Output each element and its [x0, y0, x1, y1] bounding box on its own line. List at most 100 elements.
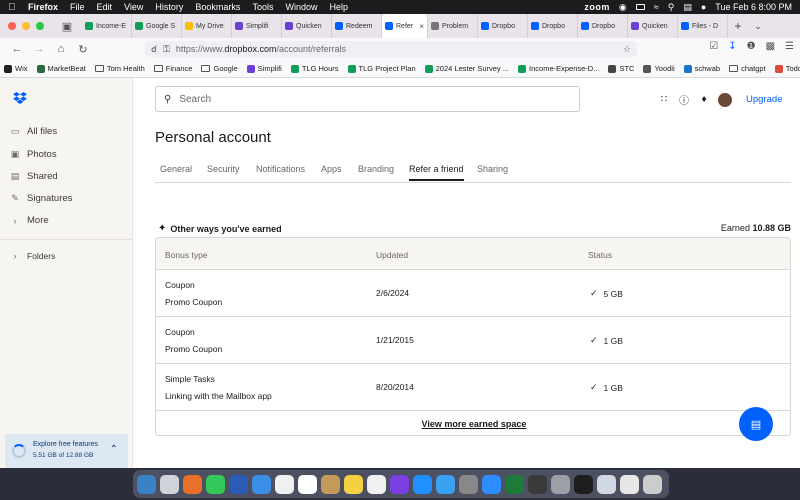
dock-app-icon[interactable] [643, 474, 662, 494]
bookmark-item[interactable]: chatgpt [729, 64, 766, 73]
browser-tab[interactable]: Google S [132, 14, 182, 38]
dock-app-icon[interactable] [229, 474, 248, 494]
upgrade-link[interactable]: Upgrade [746, 94, 782, 105]
url-bar[interactable]: ☌ ⚿ https://www. dropbox.com /account/re… [145, 41, 637, 57]
bookmark-item[interactable]: Simplifi [246, 64, 282, 73]
avatar[interactable] [718, 92, 732, 107]
menu-hamburger-icon[interactable]: ☰ [785, 41, 794, 52]
bookmark-item[interactable]: Todoist [774, 64, 800, 73]
dock-app-icon[interactable] [390, 474, 409, 494]
menu-bookmarks[interactable]: Bookmarks [195, 2, 240, 12]
close-window-icon[interactable] [8, 22, 16, 30]
browser-tab[interactable]: Income-E [82, 14, 132, 38]
dock-app-icon[interactable] [252, 474, 271, 494]
dock-app-icon[interactable] [137, 474, 156, 494]
sidebar-item-shared[interactable]: ▤ Shared [10, 171, 58, 182]
sidebar-item-more[interactable]: › More [10, 215, 49, 226]
dock-app-icon[interactable] [528, 474, 547, 494]
bookmark-item[interactable]: Google [201, 64, 238, 73]
browser-tab[interactable]: Dropbo [478, 14, 528, 38]
bookmark-item[interactable]: Yoodli [643, 64, 675, 73]
dock-app-icon[interactable] [597, 474, 616, 494]
menu-edit[interactable]: Edit [97, 2, 113, 12]
dock-app-icon[interactable] [298, 474, 317, 494]
home-icon[interactable]: ⌂ [50, 43, 72, 55]
tab-security[interactable]: Security [207, 164, 240, 174]
zoom-status[interactable]: zoom [584, 2, 610, 12]
forward-icon[interactable]: → [28, 43, 50, 55]
browser-tab[interactable]: Problem [428, 14, 478, 38]
dock-app-icon[interactable] [459, 474, 478, 494]
bookmark-item[interactable]: schwab [683, 64, 720, 73]
search-spotlight-icon[interactable]: ⚲ [668, 2, 675, 13]
zoom-window-icon[interactable] [36, 22, 44, 30]
storage-promo-card[interactable]: Explore free features 5.51 GB of 12.88 G… [5, 434, 128, 468]
extension-icon[interactable]: ❶ [747, 41, 756, 52]
dock-app-icon[interactable] [183, 474, 202, 494]
dock-app-icon[interactable] [367, 474, 386, 494]
browser-tab[interactable]: Simplifi [232, 14, 282, 38]
browser-tab[interactable]: Dropbo [528, 14, 578, 38]
menu-tools[interactable]: Tools [252, 2, 273, 12]
menubar-clock[interactable]: Tue Feb 6 8:00 PM [715, 2, 792, 12]
menu-app-name[interactable]: Firefox [28, 2, 58, 12]
dock-app-icon[interactable] [620, 474, 639, 494]
browser-tab[interactable]: Redeem [332, 14, 382, 38]
bookmark-item[interactable]: TLG Project Plan [347, 64, 416, 73]
dock-app-icon[interactable] [344, 474, 363, 494]
minimize-window-icon[interactable] [22, 22, 30, 30]
pocket-icon[interactable]: ☑ [709, 41, 718, 52]
tab-notifications[interactable]: Notifications [256, 164, 305, 174]
browser-tab[interactable]: My Drive [182, 14, 232, 38]
tab-refer-a-friend[interactable]: Refer a friend [409, 164, 464, 181]
sidebar-item-signatures[interactable]: ✎ Signatures [10, 193, 72, 204]
dock-app-icon[interactable] [206, 474, 225, 494]
search-input[interactable]: ⚲ Search [155, 86, 580, 112]
dock-app-icon[interactable] [413, 474, 432, 494]
notifications-bell-icon[interactable]: ♦ [698, 94, 710, 105]
chevron-up-icon[interactable]: ⌃ [110, 444, 118, 455]
menu-history[interactable]: History [155, 2, 183, 12]
bookmark-item[interactable]: TLG Hours [290, 64, 339, 73]
dock-app-icon[interactable] [551, 474, 570, 494]
shield-icon[interactable]: ☌ [151, 44, 157, 55]
browser-tab[interactable]: Refer × [382, 14, 428, 38]
downloads-icon[interactable]: ↧ [728, 41, 736, 52]
control-center-icon[interactable]: ▤ [683, 2, 692, 13]
chat-support-button[interactable]: ▤ [739, 407, 773, 441]
browser-tab[interactable]: Files - D [678, 14, 728, 38]
lock-icon[interactable]: ⚿ [163, 44, 170, 55]
battery-icon[interactable] [635, 4, 645, 10]
bookmark-item[interactable]: Income-Expense-D... [518, 64, 599, 73]
menu-view[interactable]: View [124, 2, 143, 12]
bookmark-item[interactable]: Finance [153, 64, 192, 73]
tab-apps[interactable]: Apps [321, 164, 342, 174]
apple-icon[interactable]:  [8, 2, 18, 13]
menu-window[interactable]: Window [285, 2, 317, 12]
dock-app-icon[interactable] [436, 474, 455, 494]
browser-tab[interactable]: Dropbo [578, 14, 628, 38]
bookmark-star-icon[interactable]: ☆ [623, 44, 631, 55]
extensions-puzzle-icon[interactable]: ▩ [766, 41, 775, 52]
sidebar-item-all-files[interactable]: ▭ All files [10, 126, 57, 137]
new-tab-icon[interactable]: + [728, 19, 748, 33]
close-tab-icon[interactable]: × [419, 22, 424, 31]
back-icon[interactable]: ← [6, 43, 28, 55]
siri-icon[interactable]: ● [701, 2, 706, 12]
view-more-earned-space-link[interactable]: View more earned space [156, 411, 790, 435]
dock-app-icon[interactable] [321, 474, 340, 494]
bookmark-item[interactable]: STC [608, 64, 634, 73]
menu-file[interactable]: File [70, 2, 85, 12]
help-icon[interactable]: ⓘ [678, 92, 690, 107]
dock-app-icon[interactable] [482, 474, 501, 494]
browser-tab[interactable]: Quicken [628, 14, 678, 38]
tab-branding[interactable]: Branding [358, 164, 394, 174]
dock-app-icon[interactable] [160, 474, 179, 494]
wifi-icon[interactable]: ≈ [654, 2, 659, 12]
dock-app-icon[interactable] [275, 474, 294, 494]
dropbox-logo-icon[interactable] [13, 92, 27, 104]
bookmark-item[interactable]: Tom Health [94, 64, 145, 73]
app-grid-icon[interactable]: ∷ [658, 94, 670, 105]
sidebar-item-photos[interactable]: ▣ Photos [10, 149, 57, 160]
bookmark-item[interactable]: Wix [4, 64, 28, 73]
